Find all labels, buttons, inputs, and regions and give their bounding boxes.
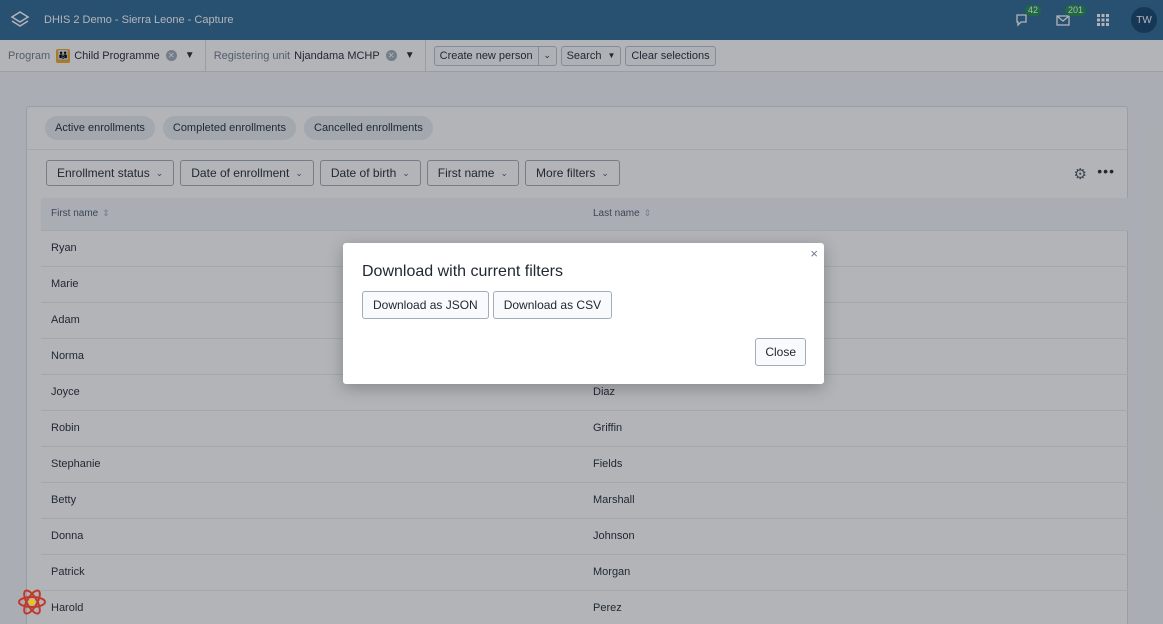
- close-icon[interactable]: ×: [810, 246, 818, 261]
- download-buttons: Download as JSON Download as CSV: [362, 291, 616, 319]
- modal-title: Download with current filters: [362, 263, 563, 280]
- download-json-button[interactable]: Download as JSON: [362, 291, 489, 319]
- react-devtools-icon[interactable]: [17, 587, 47, 617]
- download-csv-button[interactable]: Download as CSV: [492, 291, 613, 319]
- close-button[interactable]: Close: [755, 338, 806, 366]
- download-modal: × Download with current filters Download…: [343, 243, 824, 384]
